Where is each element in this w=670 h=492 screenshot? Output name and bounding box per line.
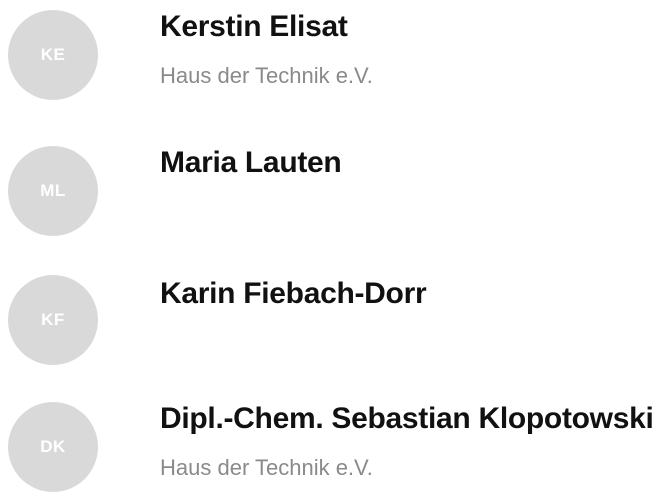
- avatar: ML: [8, 146, 98, 236]
- person-item[interactable]: DK Dipl.-Chem. Sebastian Klopotowski Hau…: [0, 392, 670, 492]
- person-organization: Haus der Technik e.V.: [160, 455, 373, 480]
- avatar: KF: [8, 275, 98, 365]
- person-name[interactable]: Kerstin Elisat: [160, 10, 348, 44]
- person-name[interactable]: Maria Lauten: [160, 146, 342, 180]
- avatar: KE: [8, 10, 98, 100]
- person-list: KE Kerstin Elisat Haus der Technik e.V. …: [0, 0, 670, 492]
- person-organization: Haus der Technik e.V.: [160, 63, 373, 88]
- person-item[interactable]: KF Karin Fiebach-Dorr: [0, 265, 670, 365]
- avatar: DK: [8, 402, 98, 492]
- person-item[interactable]: ML Maria Lauten: [0, 136, 670, 236]
- person-name[interactable]: Dipl.-Chem. Sebastian Klopotowski: [160, 402, 654, 436]
- person-name[interactable]: Karin Fiebach-Dorr: [160, 277, 427, 311]
- person-item[interactable]: KE Kerstin Elisat Haus der Technik e.V.: [0, 0, 670, 100]
